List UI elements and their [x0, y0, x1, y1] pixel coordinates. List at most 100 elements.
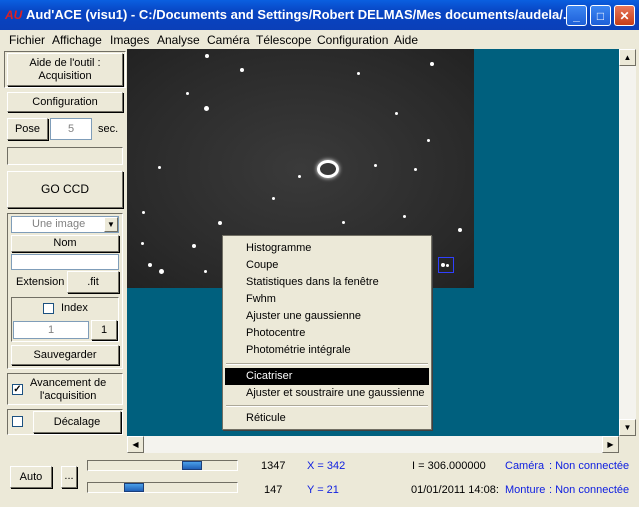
low-threshold-value: 147 — [264, 484, 283, 496]
progress-checkbox[interactable]: ✓ — [12, 384, 23, 395]
star — [148, 263, 152, 267]
exposure-input[interactable]: 5 — [50, 118, 92, 140]
app-icon: AU — [5, 8, 23, 22]
scroll-down-icon[interactable]: ▼ — [619, 419, 636, 436]
menu-item-coupe[interactable]: Coupe — [225, 257, 429, 274]
star — [159, 269, 164, 274]
nom-button[interactable]: Nom — [11, 235, 119, 252]
offset-checkbox[interactable] — [12, 416, 23, 427]
star — [430, 62, 434, 66]
offset-button[interactable]: Décalage — [33, 411, 121, 433]
star — [298, 175, 301, 178]
star — [374, 164, 377, 167]
star — [204, 270, 207, 273]
menu-camera[interactable]: Caméra — [207, 33, 250, 47]
chevron-down-icon[interactable]: ▼ — [104, 217, 118, 232]
menu-analyse[interactable]: Analyse — [157, 33, 200, 47]
filename-input[interactable] — [11, 254, 119, 270]
menu-configuration[interactable]: Configuration — [317, 33, 388, 47]
menu-bar: Fichier Affichage Images Analyse Caméra … — [0, 30, 639, 49]
acquisition-mode-select[interactable]: Une image ▼ — [11, 216, 119, 233]
scroll-right-icon[interactable]: ▶ — [602, 436, 619, 453]
menu-item-photocentre[interactable]: Photocentre — [225, 325, 429, 342]
intensity-readout: I = 306.000000 — [412, 460, 486, 472]
star — [192, 244, 196, 248]
star — [186, 92, 189, 95]
camera-label: Caméra — [505, 460, 545, 472]
auto-button[interactable]: Auto — [10, 466, 52, 488]
go-ccd-button[interactable]: GO CCD — [7, 171, 123, 208]
datetime-readout: 01/01/2011 14:08: — [411, 484, 499, 496]
index-label: Index — [61, 302, 88, 314]
menu-telescope[interactable]: Télescope — [256, 33, 311, 47]
scroll-up-icon[interactable]: ▲ — [619, 49, 636, 66]
acquisition-mode-value: Une image — [32, 218, 86, 230]
menu-separator — [226, 363, 428, 365]
star — [427, 139, 430, 142]
star — [218, 221, 222, 225]
analysis-context-menu: Histogramme Coupe Statistiques dans la f… — [222, 235, 432, 430]
menu-item-ajuster-soustraire[interactable]: Ajuster et soustraire une gaussienne — [225, 385, 429, 402]
status-field — [7, 147, 123, 165]
selection-box[interactable] — [438, 257, 454, 273]
star — [158, 166, 161, 169]
horizontal-scrollbar[interactable]: ◀ ▶ — [127, 436, 619, 453]
close-button[interactable]: ✕ — [614, 5, 635, 26]
low-threshold-slider[interactable] — [87, 482, 238, 493]
mount-label: Monture — [505, 484, 546, 496]
star — [414, 168, 417, 171]
extension-button[interactable]: .fit — [67, 271, 119, 293]
menu-separator — [226, 405, 428, 407]
tool-help-button[interactable]: Aide de l'outil : Acquisition — [7, 53, 123, 86]
configuration-button[interactable]: Configuration — [7, 92, 123, 112]
star — [142, 211, 145, 214]
star — [204, 106, 209, 111]
extension-label: Extension — [16, 276, 65, 288]
index-checkbox[interactable] — [43, 303, 54, 314]
menu-item-fwhm[interactable]: Fwhm — [225, 291, 429, 308]
star — [458, 228, 462, 232]
mount-status: : Non connectée — [549, 484, 630, 496]
menu-item-statistiques[interactable]: Statistiques dans la fenêtre — [225, 274, 429, 291]
high-threshold-value: 1347 — [261, 460, 286, 472]
exposure-unit-label: sec. — [98, 123, 119, 135]
menu-fichier[interactable]: Fichier — [9, 33, 45, 47]
menu-item-histogramme[interactable]: Histogramme — [225, 240, 429, 257]
slider-thumb[interactable] — [182, 461, 202, 470]
acquisition-panel: Aide de l'outil : Acquisition Configurat… — [0, 49, 127, 507]
menu-item-ajuster-gaussienne[interactable]: Ajuster une gaussienne — [225, 308, 429, 325]
menu-aide[interactable]: Aide — [394, 33, 418, 47]
maximize-button[interactable]: □ — [590, 5, 611, 26]
star — [403, 215, 406, 218]
star — [342, 221, 345, 224]
menu-item-reticule[interactable]: Réticule — [225, 410, 429, 427]
star — [205, 54, 209, 58]
scroll-left-icon[interactable]: ◀ — [127, 436, 144, 453]
progress-label: Avancement de l'acquisition — [30, 377, 107, 402]
more-button[interactable]: ... — [61, 466, 77, 488]
index-input[interactable]: 1 — [13, 321, 89, 339]
star — [357, 72, 360, 75]
star — [240, 68, 244, 72]
slider-thumb[interactable] — [124, 483, 144, 492]
menu-images[interactable]: Images — [110, 33, 149, 47]
save-button[interactable]: Sauvegarder — [11, 345, 119, 365]
window-title: Aud'ACE (visu1) - C:/Documents and Setti… — [26, 7, 574, 22]
star — [395, 112, 398, 115]
menu-item-cicatriser[interactable]: Cicatriser — [225, 368, 429, 385]
index-reset-button[interactable]: 1 — [91, 320, 117, 340]
vertical-scrollbar[interactable]: ▲ ▼ — [619, 49, 636, 436]
title-bar: AU Aud'ACE (visu1) - C:/Documents and Se… — [0, 0, 639, 30]
x-coordinate-readout: X = 342 — [307, 460, 346, 472]
star — [272, 197, 275, 200]
star — [141, 242, 144, 245]
high-threshold-slider[interactable] — [87, 460, 238, 471]
nebula-ring — [317, 160, 339, 178]
camera-status: : Non connectée — [549, 460, 630, 472]
menu-affichage[interactable]: Affichage — [52, 33, 102, 47]
menu-item-photometrie[interactable]: Photométrie intégrale — [225, 342, 429, 359]
scroll-corner — [619, 436, 636, 453]
pose-button[interactable]: Pose — [7, 118, 48, 140]
y-coordinate-readout: Y = 21 — [307, 484, 339, 496]
minimize-button[interactable]: _ — [566, 5, 587, 26]
